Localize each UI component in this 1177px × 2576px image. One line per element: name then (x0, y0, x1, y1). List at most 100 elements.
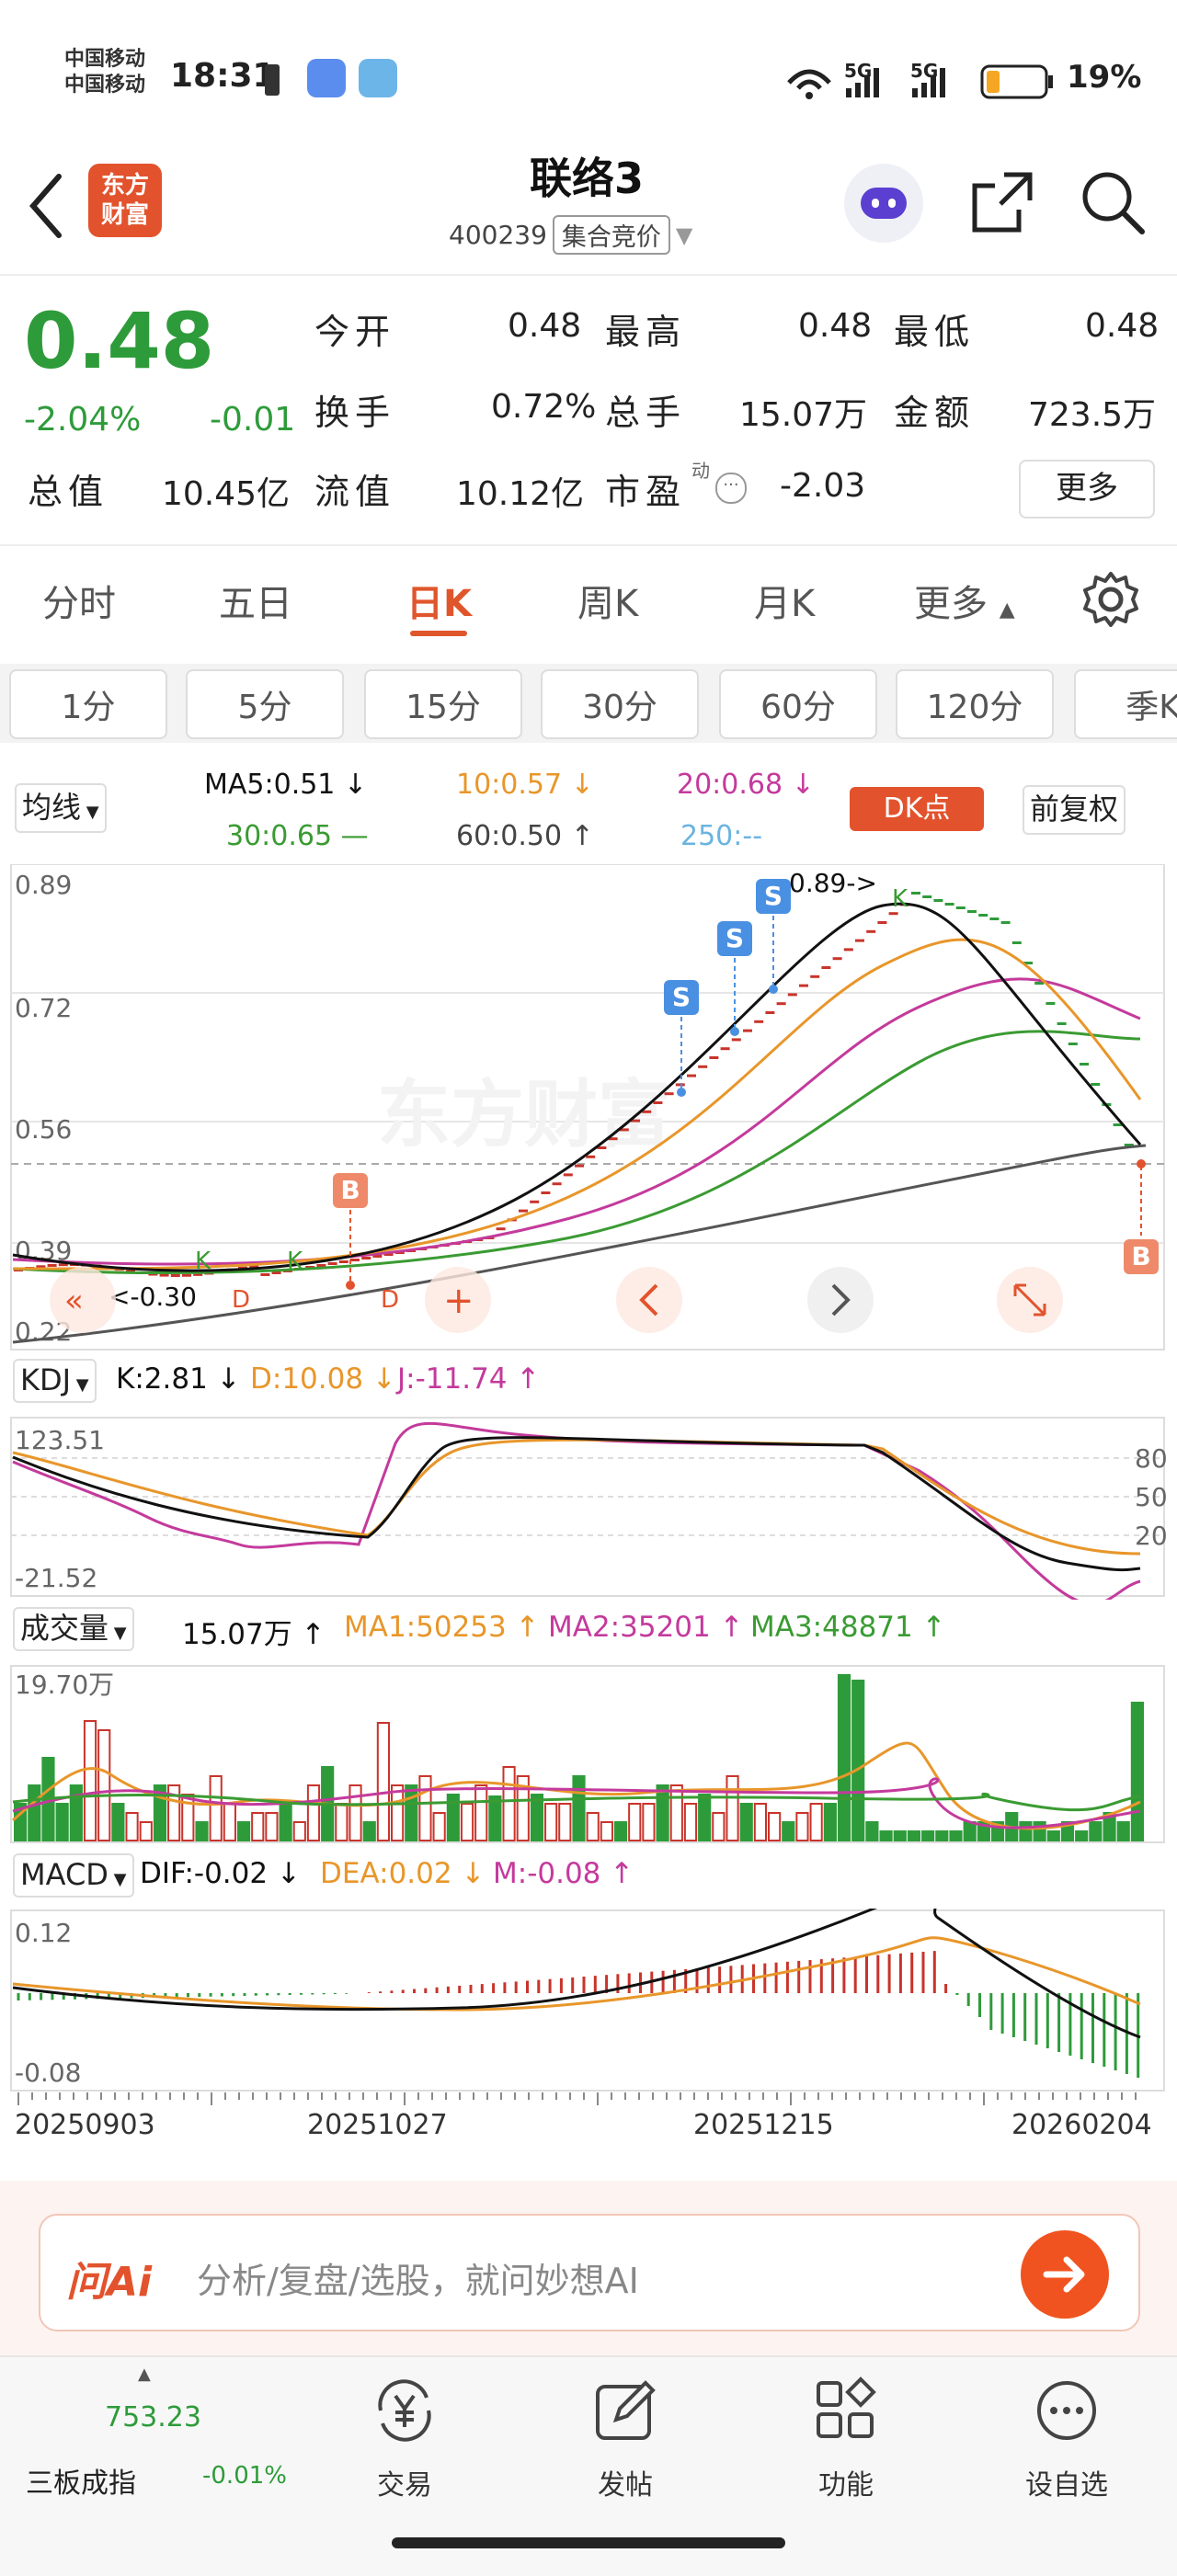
kdj-selector[interactable]: KDJ ▼ (13, 1359, 97, 1403)
chevron-down-icon: ▼ (71, 1375, 89, 1395)
last-price: 0.48 (24, 296, 215, 386)
nav-add-watchlist[interactable]: 设自选 (1011, 2376, 1122, 2504)
adjust-button[interactable]: 前复权 (1023, 785, 1126, 835)
volume-bar (488, 1795, 502, 1841)
kline-candle (664, 1092, 674, 1096)
kdj-chart[interactable]: 123.51 -21.52 80 50 20 (0, 1416, 1177, 1600)
kline-candle (316, 1264, 326, 1267)
kline-candle (1000, 921, 1011, 924)
kline-candle (260, 1273, 270, 1276)
double-left-icon: « (64, 1282, 84, 1319)
volume-bar (530, 1794, 544, 1841)
macd-header: MACD ▼ DIF:-0.02 ↓ DEA:0.02 ↓ M:-0.08 ↑ (0, 1850, 1177, 1905)
volume-bar (1075, 1830, 1089, 1841)
volume-bar (558, 1803, 572, 1841)
volume-bar (125, 1812, 139, 1841)
volume-bar (335, 1803, 349, 1841)
kline-candle (170, 1273, 180, 1277)
kdj-k: K:2.81 ↓ (116, 1362, 241, 1396)
volume-bar (265, 1812, 279, 1841)
volume-bar (236, 1821, 251, 1841)
nav-trade[interactable]: 交易 (349, 2376, 460, 2504)
kline-candle (978, 914, 988, 917)
volume-bar (628, 1803, 642, 1841)
kline-candle (877, 921, 887, 924)
battery-percent: 19% (1067, 59, 1142, 96)
kline-candle (989, 918, 1000, 920)
plus-icon: + (443, 1280, 474, 1322)
macd-ymin: -0.08 (15, 2057, 81, 2088)
date-ticks (17, 2092, 1137, 2105)
period-15min[interactable]: 15分 (364, 669, 522, 739)
ai-robot-avatar[interactable] (844, 164, 923, 243)
macd-selector[interactable]: MACD ▼ (13, 1853, 134, 1898)
volume-bar (572, 1775, 586, 1841)
index-ticker[interactable]: ▲ 753.23 三板成指 -0.01% (18, 2365, 287, 2502)
kline-candle (1068, 1043, 1078, 1045)
period-quarter-k[interactable]: 季K (1074, 669, 1177, 739)
more-dots-icon[interactable]: ··· (715, 473, 747, 504)
dk-point-button[interactable]: DK点 (850, 787, 984, 831)
kdj-j: J:-11.74 ↑ (397, 1362, 541, 1396)
triangle-up-icon: ▲ (999, 598, 1015, 621)
back-icon[interactable] (26, 171, 66, 241)
kline-candle (799, 984, 808, 987)
search-icon[interactable] (1078, 167, 1148, 237)
tab-intraday[interactable]: 分时 (42, 574, 116, 627)
volume-bar (391, 1784, 405, 1841)
kline-candle (1080, 1063, 1089, 1066)
nav-post[interactable]: 发帖 (570, 2376, 680, 2504)
date-label-1: 20250903 (15, 2109, 155, 2141)
kline-candle (575, 1164, 584, 1168)
volume-bar (376, 1722, 391, 1841)
ma20-value: 20:0.68 ↓ (677, 769, 815, 801)
volume-chart[interactable]: 19.70万 (0, 1664, 1177, 1844)
kline-candle (765, 1011, 775, 1014)
volume-selector[interactable]: 成交量 ▼ (13, 1607, 134, 1651)
period-30min[interactable]: 30分 (541, 669, 699, 739)
peak-label: 0.89-> (789, 868, 877, 898)
float-cap-label: 流值 (314, 472, 396, 512)
volume-bar (586, 1812, 600, 1841)
volume-bar (698, 1794, 712, 1841)
tab-more[interactable]: 更多 ▲ (914, 574, 1015, 627)
volume-bar (251, 1812, 265, 1841)
high-label: 最高 (605, 312, 687, 352)
settings-gear-icon[interactable] (1081, 570, 1140, 629)
ai-submit-button[interactable] (1021, 2230, 1109, 2319)
volume-bar (405, 1784, 418, 1841)
date-axis: 20250903 20251027 20251215 20260204 (0, 2092, 1177, 2175)
quote-panel: 0.48 -2.04% -0.01 今开 0.48 最高 0.48 最低 0.4… (0, 276, 1177, 546)
ai-input-box[interactable]: 问Ai 分析/复盘/选股，就问妙想AI (39, 2214, 1140, 2331)
tab-daily-k[interactable]: 日K (406, 574, 472, 627)
tab-five-day[interactable]: 五日 (219, 574, 292, 627)
amount-label: 金额 (894, 393, 976, 433)
tab-monthly-k[interactable]: 月K (754, 574, 815, 627)
more-button[interactable]: 更多 (1019, 460, 1155, 519)
period-120min[interactable]: 120分 (896, 669, 1054, 739)
nav-functions[interactable]: 功能 (791, 2376, 901, 2504)
volume-ma1: MA1:50253 ↑ (344, 1611, 540, 1644)
period-1min[interactable]: 1分 (9, 669, 167, 739)
period-5min[interactable]: 5分 (186, 669, 344, 739)
volume-bar (753, 1803, 768, 1841)
volume-bar (963, 1821, 977, 1841)
sim-alert-icon (265, 64, 280, 96)
period-60min[interactable]: 60分 (719, 669, 877, 739)
kline-chart[interactable]: 东方财富 0.89 0.72 0.56 0.39 0.22 S S S B B … (0, 864, 1177, 1351)
tab-weekly-k[interactable]: 周K (577, 574, 638, 627)
volume-bar (893, 1830, 907, 1841)
volume-bar (712, 1812, 726, 1841)
volume-bar (739, 1803, 753, 1841)
macd-dea: DEA:0.02 ↓ (320, 1857, 486, 1890)
macd-chart[interactable]: 0.12 -0.08 (0, 1909, 1177, 2092)
share-icon[interactable] (967, 167, 1037, 237)
kline-candle (338, 1260, 349, 1263)
chart-tabs: 分时 五日 日K 周K 月K 更多 ▲ (0, 546, 1177, 649)
ma-selector[interactable]: 均线 ▼ (15, 783, 107, 833)
stock-meta[interactable]: 400239 集合竞价 ▼ (449, 215, 692, 255)
volume-bar (28, 1784, 41, 1841)
eastmoney-logo[interactable]: 东方 财富 (88, 164, 162, 237)
volume-bar (656, 1784, 669, 1841)
chevron-down-icon: ▼ (109, 1624, 127, 1643)
